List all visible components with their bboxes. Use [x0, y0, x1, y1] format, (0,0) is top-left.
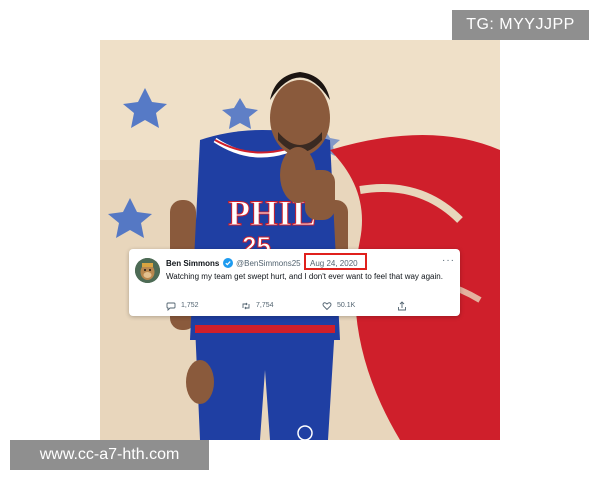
reply-button[interactable]: 1,752 [166, 300, 199, 311]
author-handle[interactable]: @BenSimmons25 [236, 259, 301, 268]
ape-avatar-icon [135, 258, 160, 283]
tweet-card[interactable]: Ben Simmons @BenSimmons25 Aug 24, 2020 ·… [129, 249, 460, 316]
tweet-screenshot-photo: PHIL 25 [100, 40, 500, 440]
reply-count: 1,752 [181, 302, 199, 309]
heart-icon [322, 301, 332, 310]
share-icon [398, 300, 406, 310]
author-name[interactable]: Ben Simmons [166, 259, 219, 268]
retweet-button[interactable]: 7,754 [241, 300, 274, 311]
reply-icon [166, 302, 176, 311]
basketball-player-photo: PHIL 25 [100, 40, 500, 440]
tweet-text: Watching my team get swept hurt, and I d… [166, 272, 443, 281]
avatar[interactable] [135, 258, 160, 283]
watermark-telegram: TG: MYYJJPP [452, 10, 589, 40]
like-count: 50.1K [337, 302, 356, 309]
like-button[interactable]: 50.1K [322, 300, 355, 311]
retweet-count: 7,754 [256, 302, 274, 309]
retweet-icon [242, 302, 250, 309]
verified-badge-icon [223, 258, 233, 268]
more-options-icon[interactable]: ··· [442, 255, 455, 266]
watermark-url: www.cc-a7-hth.com [10, 440, 209, 470]
share-button[interactable] [397, 300, 407, 311]
tweet-date[interactable]: Aug 24, 2020 [310, 259, 358, 268]
